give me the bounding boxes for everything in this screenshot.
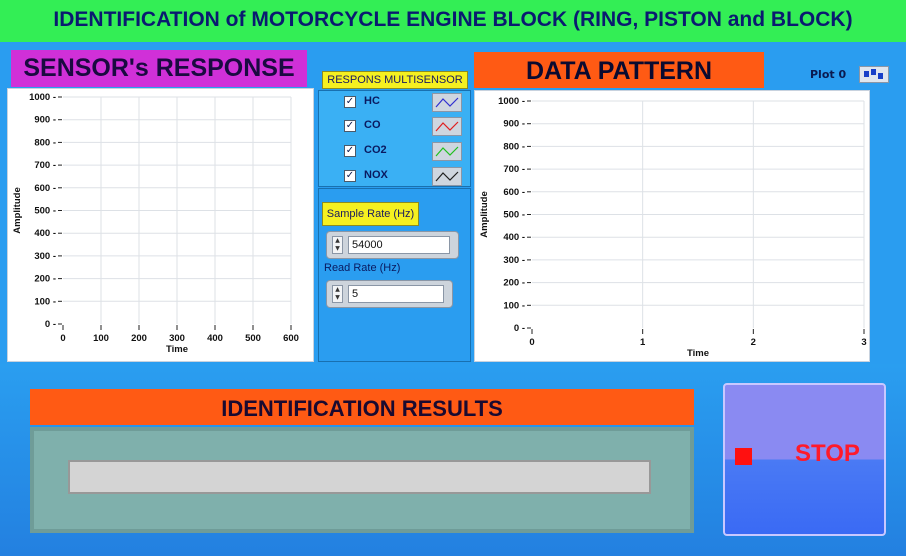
sample-rate-control[interactable]: ▲ ▼ 54000 bbox=[326, 231, 459, 259]
y-tick-label: 600 - bbox=[503, 187, 525, 198]
x-tick-label: 400 bbox=[207, 333, 223, 344]
data-pattern-graph[interactable]: 0 - 100 - 200 - 300 - 400 - 500 - 600 - 700 - 80… bbox=[474, 90, 870, 362]
y-tick-label: 400 - bbox=[34, 228, 56, 239]
y-tick-label: 0 - bbox=[45, 319, 56, 330]
y-tick-label: 500 - bbox=[34, 206, 56, 217]
x-tick-label: 300 bbox=[169, 333, 185, 344]
y-tick-label: 400 - bbox=[503, 232, 525, 243]
plot-legend[interactable]: Plot 0 bbox=[803, 64, 895, 86]
identification-results-field bbox=[68, 460, 651, 494]
sensor-response-plot: 0 - 100 - 200 - 300 - 400 - 500 - 600 - 700 - 80… bbox=[12, 92, 299, 355]
nox-plot-swatch-icon[interactable] bbox=[432, 167, 462, 186]
nox-checkbox[interactable]: ✓ bbox=[344, 170, 356, 182]
y-tick-label: 1000 - bbox=[498, 96, 525, 107]
sensor-response-label: SENSOR's RESPONSE bbox=[11, 50, 307, 87]
x-tick-label: 3 bbox=[861, 337, 866, 348]
legend-item-co[interactable]: ✓ CO bbox=[319, 116, 472, 138]
y-tick-label: 200 - bbox=[34, 274, 56, 285]
read-rate-label: Read Rate (Hz) bbox=[324, 262, 401, 274]
y-tick-label: 600 - bbox=[34, 183, 56, 194]
window-title: IDENTIFICATION of MOTORCYCLE ENGINE BLOC… bbox=[0, 0, 906, 42]
read-rate-control[interactable]: ▲ ▼ 5 bbox=[326, 280, 453, 308]
y-tick-label: 300 - bbox=[34, 251, 56, 262]
x-tick-label: 500 bbox=[245, 333, 261, 344]
x-tick-label: 200 bbox=[131, 333, 147, 344]
y-tick-label: 800 - bbox=[503, 141, 525, 152]
nox-label: NOX bbox=[364, 169, 388, 181]
co2-plot-swatch-icon[interactable] bbox=[432, 142, 462, 161]
y-tick-label: 0 - bbox=[514, 323, 525, 334]
plot-legend-label: Plot 0 bbox=[810, 68, 847, 81]
y-tick-label: 100 - bbox=[503, 300, 525, 311]
x-tick-label: 0 bbox=[60, 333, 65, 344]
y-axis-label: Amplitude bbox=[12, 187, 23, 233]
sample-rate-stepper-icon[interactable]: ▲ ▼ bbox=[332, 236, 343, 254]
hc-plot-swatch-icon[interactable] bbox=[432, 93, 462, 112]
multisensor-legend: ✓ HC ✓ CO ✓ CO2 ✓ NOX bbox=[318, 90, 471, 187]
x-tick-label: 2 bbox=[751, 337, 756, 348]
stop-led-icon bbox=[735, 448, 752, 465]
plot-line-style-icon[interactable] bbox=[859, 66, 889, 83]
y-tick-label: 1000 - bbox=[29, 92, 56, 103]
y-tick-label: 200 - bbox=[503, 278, 525, 289]
stop-button-label[interactable]: STOP bbox=[795, 440, 860, 468]
read-rate-stepper-icon[interactable]: ▲ ▼ bbox=[332, 285, 343, 303]
y-tick-label: 700 - bbox=[503, 164, 525, 175]
co-checkbox[interactable]: ✓ bbox=[344, 120, 356, 132]
legend-item-hc[interactable]: ✓ HC bbox=[319, 92, 472, 114]
co2-checkbox[interactable]: ✓ bbox=[344, 145, 356, 157]
multisensor-label: RESPONS MULTISENSOR bbox=[322, 71, 468, 89]
x-tick-label: 0 bbox=[529, 337, 534, 348]
sample-rate-label: Sample Rate (Hz) bbox=[322, 202, 419, 226]
data-pattern-plot: 0 - 100 - 200 - 300 - 400 - 500 - 600 - 700 - 80… bbox=[479, 96, 867, 359]
co-plot-swatch-icon[interactable] bbox=[432, 117, 462, 136]
x-tick-label: 600 bbox=[283, 333, 299, 344]
legend-item-nox[interactable]: ✓ NOX bbox=[319, 166, 472, 188]
read-rate-input[interactable]: 5 bbox=[348, 285, 444, 303]
co2-label: CO2 bbox=[364, 144, 387, 156]
x-axis-label: Time bbox=[687, 348, 709, 359]
hc-checkbox[interactable]: ✓ bbox=[344, 96, 356, 108]
y-tick-label: 700 - bbox=[34, 160, 56, 171]
y-tick-label: 800 - bbox=[34, 137, 56, 148]
sensor-response-graph[interactable]: 0 - 100 - 200 - 300 - 400 - 500 - 600 - 700 - 80… bbox=[7, 88, 314, 362]
y-tick-label: 900 - bbox=[503, 119, 525, 130]
y-tick-label: 100 - bbox=[34, 296, 56, 307]
co-label: CO bbox=[364, 119, 381, 131]
y-tick-label: 900 - bbox=[34, 115, 56, 126]
legend-item-co2[interactable]: ✓ CO2 bbox=[319, 141, 472, 163]
identification-results-label: IDENTIFICATION RESULTS bbox=[30, 389, 694, 425]
y-axis-label: Amplitude bbox=[479, 191, 490, 237]
hc-label: HC bbox=[364, 95, 380, 107]
y-tick-label: 500 - bbox=[503, 210, 525, 221]
sample-rate-input[interactable]: 54000 bbox=[348, 236, 450, 254]
x-tick-label: 100 bbox=[93, 333, 109, 344]
x-tick-label: 1 bbox=[640, 337, 646, 348]
x-axis-label: Time bbox=[166, 344, 188, 355]
data-pattern-label: DATA PATTERN bbox=[474, 52, 764, 88]
y-tick-label: 300 - bbox=[503, 255, 525, 266]
